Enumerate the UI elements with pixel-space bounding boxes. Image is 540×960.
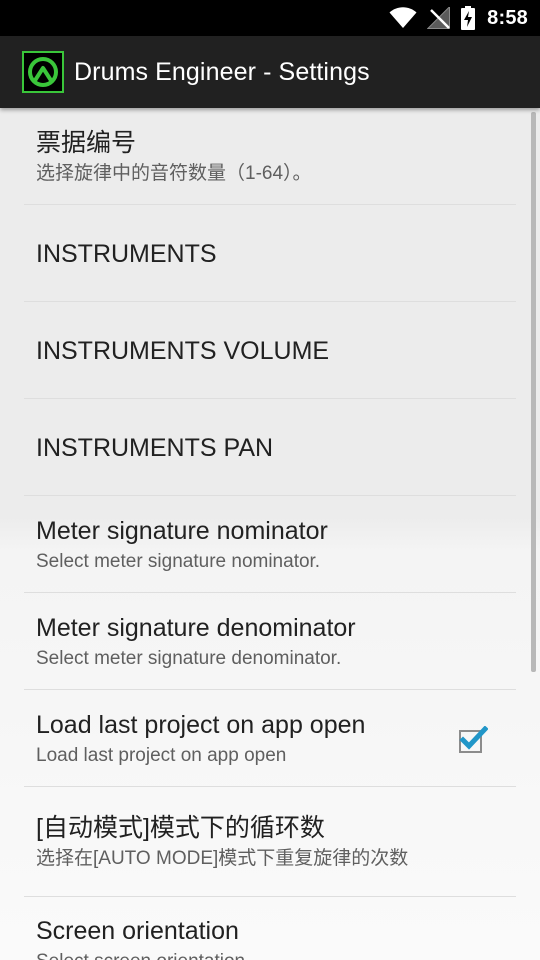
pref-summary: Select screen orientation [36, 949, 504, 960]
pref-instruments-pan[interactable]: INSTRUMENTS PAN [0, 399, 540, 496]
page-title: Drums Engineer - Settings [74, 57, 370, 86]
status-bar: 8:58 [0, 0, 540, 36]
pref-title: Load last project on app open [36, 710, 366, 739]
scrollbar[interactable] [531, 112, 536, 672]
pref-title: INSTRUMENTS [36, 239, 217, 268]
status-icons: 8:58 [389, 0, 528, 36]
pref-summary: 选择旋律中的音符数量（1-64）。 [36, 162, 312, 184]
pref-note-count[interactable]: 票据编号 选择旋律中的音符数量（1-64）。 [0, 108, 540, 205]
pref-title: Screen orientation [36, 917, 239, 945]
pref-auto-mode-loops[interactable]: [自动模式]模式下的循环数 选择在[AUTO MODE]模式下重复旋律的次数 [0, 787, 540, 897]
pref-title: [自动模式]模式下的循环数 [36, 814, 325, 842]
load-last-project-checkbox[interactable] [458, 725, 489, 753]
preferences-list: 票据编号 选择旋律中的音符数量（1-64）。 INSTRUMENTS INSTR… [0, 108, 540, 960]
pref-meter-nominator[interactable]: Meter signature nominator Select meter s… [0, 496, 540, 593]
status-time: 8:58 [487, 6, 528, 29]
settings-screen: 8:58 Drums Engineer - Settings 票据编号 选择旋律… [0, 0, 540, 960]
pref-load-last-project[interactable]: Load last project on app open Load last … [0, 690, 540, 787]
pref-summary: Select meter signature denominator. [36, 647, 342, 669]
pref-meter-denominator[interactable]: Meter signature denominator Select meter… [0, 593, 540, 690]
no-signal-icon [427, 7, 451, 29]
drums-engineer-logo-icon [22, 51, 64, 93]
pref-title: INSTRUMENTS VOLUME [36, 336, 330, 365]
pref-summary: Load last project on app open [36, 744, 287, 766]
wifi-icon [389, 7, 417, 29]
pref-title: Meter signature nominator [36, 516, 328, 545]
pref-instruments[interactable]: INSTRUMENTS [0, 205, 540, 302]
pref-title: Meter signature denominator [36, 613, 356, 642]
pref-instruments-volume[interactable]: INSTRUMENTS VOLUME [0, 302, 540, 399]
battery-charging-icon [461, 6, 476, 30]
checkbox-checked-icon [459, 725, 489, 753]
pref-title: INSTRUMENTS PAN [36, 433, 274, 462]
pref-screen-orientation[interactable]: Screen orientation Select screen orienta… [0, 897, 540, 960]
pref-title: 票据编号 [36, 128, 137, 157]
pref-summary: 选择在[AUTO MODE]模式下重复旋律的次数 [36, 848, 409, 869]
app-bar: Drums Engineer - Settings [0, 36, 540, 108]
pref-summary: Select meter signature nominator. [36, 550, 321, 572]
